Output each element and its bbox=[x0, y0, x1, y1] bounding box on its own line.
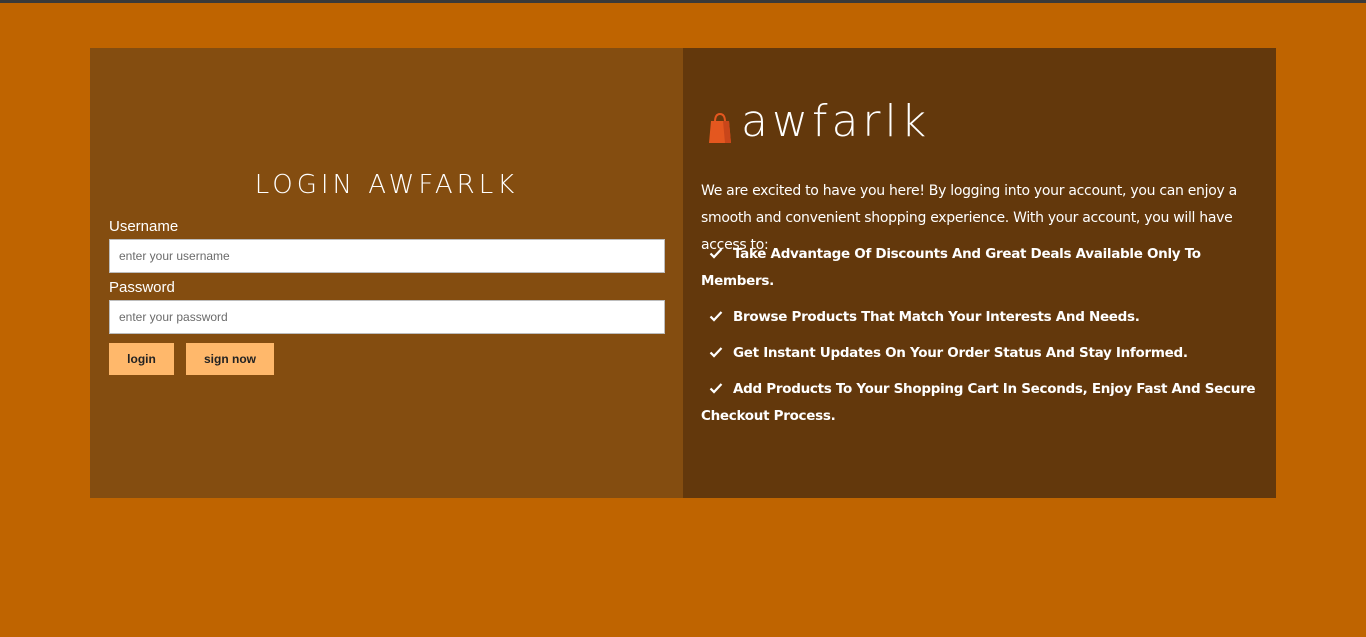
welcome-panel: awfarlk We are excited to have you here!… bbox=[683, 48, 1276, 498]
feature-text: Add Products To Your Shopping Cart In Se… bbox=[701, 381, 1256, 424]
check-icon bbox=[709, 341, 723, 358]
login-panel: LOGIN AWFARLK Username Password login si… bbox=[90, 48, 683, 498]
feature-item: Get Instant Updates On Your Order Status… bbox=[701, 340, 1261, 367]
feature-item: Take Advantage Of Discounts And Great De… bbox=[701, 241, 1261, 295]
top-border bbox=[0, 0, 1366, 3]
brand-name: awfarlk bbox=[741, 96, 931, 147]
check-icon bbox=[709, 305, 723, 322]
username-label: Username bbox=[109, 218, 179, 235]
sign-now-button[interactable]: sign now bbox=[186, 343, 274, 375]
feature-text: Take Advantage Of Discounts And Great De… bbox=[701, 246, 1201, 289]
check-icon bbox=[709, 377, 723, 394]
feature-text: Browse Products That Match Your Interest… bbox=[733, 309, 1140, 325]
password-label: Password bbox=[109, 279, 175, 296]
shopping-bag-icon bbox=[707, 108, 733, 144]
feature-text: Get Instant Updates On Your Order Status… bbox=[733, 345, 1188, 361]
feature-item: Browse Products That Match Your Interest… bbox=[701, 304, 1261, 331]
login-card: LOGIN AWFARLK Username Password login si… bbox=[90, 48, 1276, 498]
login-button[interactable]: login bbox=[109, 343, 174, 375]
login-title: LOGIN AWFARLK bbox=[254, 170, 519, 200]
brand-logo: awfarlk bbox=[707, 98, 930, 146]
username-input[interactable] bbox=[109, 239, 665, 273]
feature-item: Add Products To Your Shopping Cart In Se… bbox=[701, 376, 1261, 430]
check-icon bbox=[709, 242, 723, 259]
feature-list: Take Advantage Of Discounts And Great De… bbox=[701, 241, 1261, 439]
password-input[interactable] bbox=[109, 300, 665, 334]
